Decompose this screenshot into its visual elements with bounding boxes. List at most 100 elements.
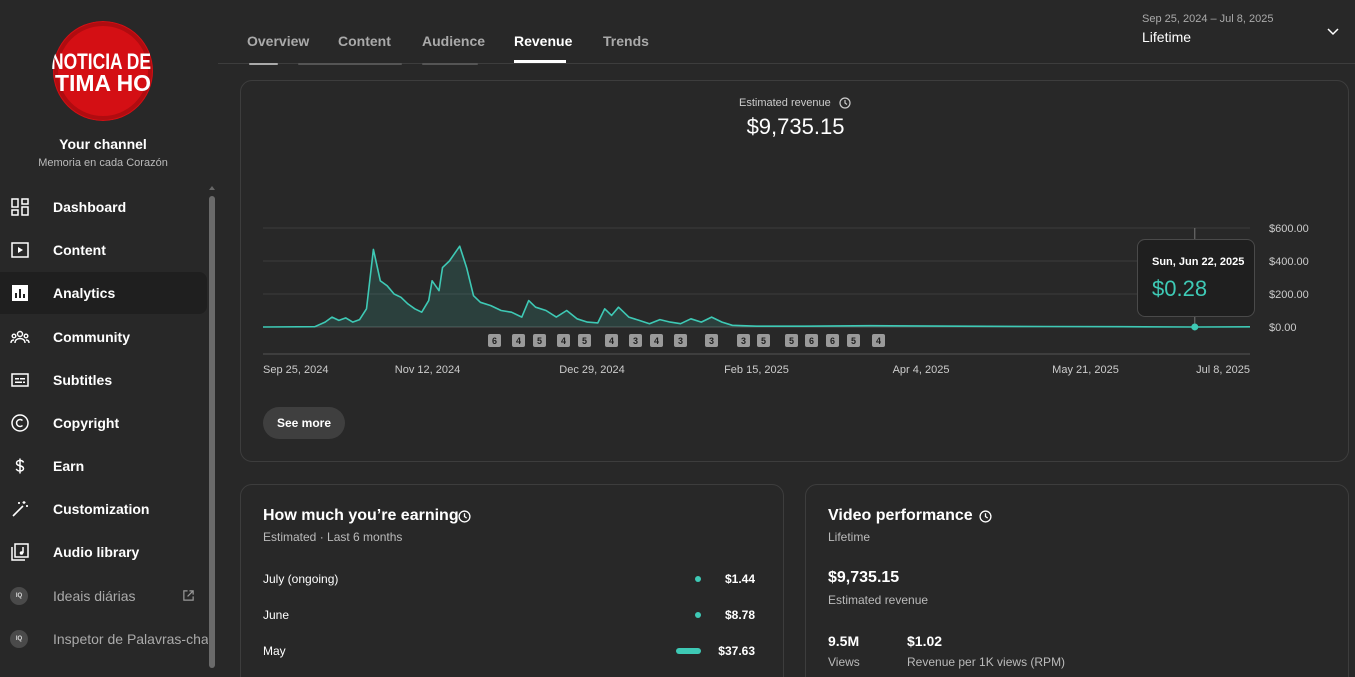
revenue-card: $0.00 $200.00 $400.00 $600.00 Sep 25, 2024 No…: [240, 80, 1349, 462]
content-icon: [11, 242, 29, 258]
video-rpm-value: $1.02: [907, 633, 943, 649]
earning-card: How much you’re earning Estimated · Last…: [240, 484, 784, 677]
sidebar-item-customization[interactable]: Customization: [0, 488, 207, 530]
revenue-label: Estimated revenue: [739, 97, 831, 109]
community-icon: [10, 330, 30, 344]
video-marker-label: 6: [830, 336, 835, 346]
sidebar-item-ideais-diarias[interactable]: IQ Ideais diárias: [0, 575, 207, 617]
sidebar-item-label: Community: [53, 329, 130, 345]
sidebar-item-audio-library[interactable]: Audio library: [0, 531, 207, 573]
tab-scroll-hint: [298, 63, 402, 65]
chevron-down-icon[interactable]: [1326, 24, 1340, 38]
magic-wand-icon: [12, 501, 28, 517]
sidebar-item-earn[interactable]: Earn: [0, 445, 207, 487]
sidebar-item-label: Subtitles: [53, 372, 113, 388]
video-marker-label: 4: [876, 336, 881, 346]
video-marker-label: 3: [741, 336, 746, 346]
x-tick-label: Nov 12, 2024: [395, 364, 460, 376]
channel-avatar[interactable]: NOTICIA DE TIMA HO: [52, 21, 154, 121]
video-card-title: Video performance: [828, 507, 973, 524]
dollar-icon: [15, 458, 25, 474]
video-views-value: 9.5M: [828, 633, 860, 649]
audio-library-icon: [11, 543, 29, 561]
sidebar-item-copyright[interactable]: Copyright: [0, 402, 207, 444]
analytics-icon: [12, 285, 28, 301]
chart-tooltip: Sun, Jun 22, 2025 $0.28: [1137, 239, 1255, 317]
y-tick-label: $200.00: [1269, 289, 1309, 301]
earning-month: June: [263, 608, 290, 622]
channel-name: Your channel: [59, 136, 147, 152]
earning-card-title: How much you’re earning: [263, 507, 459, 524]
video-marker-label: 3: [633, 336, 638, 346]
tooltip-value: $0.28: [1152, 276, 1208, 301]
see-more-button[interactable]: See more: [263, 407, 345, 439]
earning-row[interactable]: May $37.63: [263, 642, 755, 662]
external-link-icon: [183, 590, 194, 601]
video-performance-card: Video performance Lifetime $9,735.15 Est…: [805, 484, 1349, 677]
sidebar-item-label: Audio library: [53, 544, 140, 560]
sidebar-item-label: Earn: [53, 458, 85, 474]
scroll-up-arrow[interactable]: [209, 186, 215, 190]
sidebar-item-label: Content: [53, 242, 106, 258]
sidebar-item-community[interactable]: Community: [0, 316, 207, 358]
video-marker-label: 3: [709, 336, 714, 346]
video-marker-label: 4: [609, 336, 614, 346]
tab-scroll-hint: [249, 63, 278, 65]
sidebar-item-analytics[interactable]: Analytics: [0, 272, 207, 314]
video-marker-label: 4: [654, 336, 659, 346]
date-mode[interactable]: Lifetime: [1142, 29, 1191, 45]
earning-month: May: [263, 644, 286, 658]
tab-revenue[interactable]: Revenue: [514, 33, 572, 49]
video-revenue-value: $9,735.15: [828, 569, 900, 586]
video-marker-label: 5: [851, 336, 856, 346]
sidebar-item-label: Ideais diárias: [53, 588, 136, 604]
hover-point: [1191, 323, 1199, 331]
video-marker-label: 6: [809, 336, 814, 346]
video-card-subtitle: Lifetime: [828, 530, 871, 544]
earning-value: $8.78: [724, 608, 755, 622]
clock-icon[interactable]: [839, 97, 851, 109]
earning-row[interactable]: July (ongoing) $1.44: [263, 570, 755, 590]
sidebar-scrollbar[interactable]: [209, 196, 215, 668]
subtitles-icon: [11, 373, 29, 387]
revenue-area: [263, 246, 1250, 327]
tab-trends[interactable]: Trends: [603, 33, 649, 49]
x-tick-label: Feb 15, 2025: [724, 364, 789, 376]
x-tick-label: May 21, 2025: [1052, 364, 1119, 376]
sidebar-item-label: Customization: [53, 501, 150, 517]
earning-bar: [695, 576, 701, 582]
y-tick-label: $400.00: [1269, 256, 1309, 268]
tab-audience[interactable]: Audience: [422, 33, 485, 49]
sidebar-item-dashboard[interactable]: Dashboard: [0, 186, 207, 228]
video-views-label: Views: [828, 655, 860, 669]
earning-value: $37.63: [718, 644, 755, 658]
date-range[interactable]: Sep 25, 2024 – Jul 8, 2025: [1142, 13, 1274, 25]
channel-logo-text-bottom: TIMA HO: [55, 70, 151, 96]
y-tick-label: $0.00: [1269, 322, 1297, 334]
tooltip-date: Sun, Jun 22, 2025: [1152, 256, 1245, 268]
sidebar-item-content[interactable]: Content: [0, 229, 207, 271]
tab-overview[interactable]: Overview: [247, 33, 309, 49]
video-marker-label: 4: [516, 336, 521, 346]
video-marker-label: 4: [561, 336, 566, 346]
clock-icon[interactable]: [458, 510, 471, 523]
clock-icon[interactable]: [979, 510, 992, 523]
earning-bar: [676, 648, 701, 654]
x-tick-label: Dec 29, 2024: [559, 364, 624, 376]
earning-card-subtitle: Estimated · Last 6 months: [263, 530, 403, 544]
sidebar-item-subtitles[interactable]: Subtitles: [0, 359, 207, 401]
x-tick-label: Sep 25, 2024: [263, 364, 328, 376]
earning-value: $1.44: [724, 572, 755, 586]
video-marker-label: 5: [761, 336, 766, 346]
earning-row[interactable]: June $8.78: [263, 606, 755, 626]
x-tick-label: Jul 8, 2025: [1196, 364, 1250, 376]
tab-content[interactable]: Content: [338, 33, 391, 49]
sidebar-item-label: Analytics: [53, 285, 116, 301]
revenue-total: $9,735.15: [746, 114, 845, 139]
sidebar-item-inspetor[interactable]: IQ Inspetor de Palavras-chav: [0, 618, 208, 660]
sidebar-item-label: Dashboard: [53, 199, 127, 215]
video-marker-label: 6: [492, 336, 497, 346]
earning-bar: [695, 612, 701, 618]
active-tab-indicator: [514, 60, 566, 63]
sidebar-item-label: Copyright: [53, 415, 120, 431]
